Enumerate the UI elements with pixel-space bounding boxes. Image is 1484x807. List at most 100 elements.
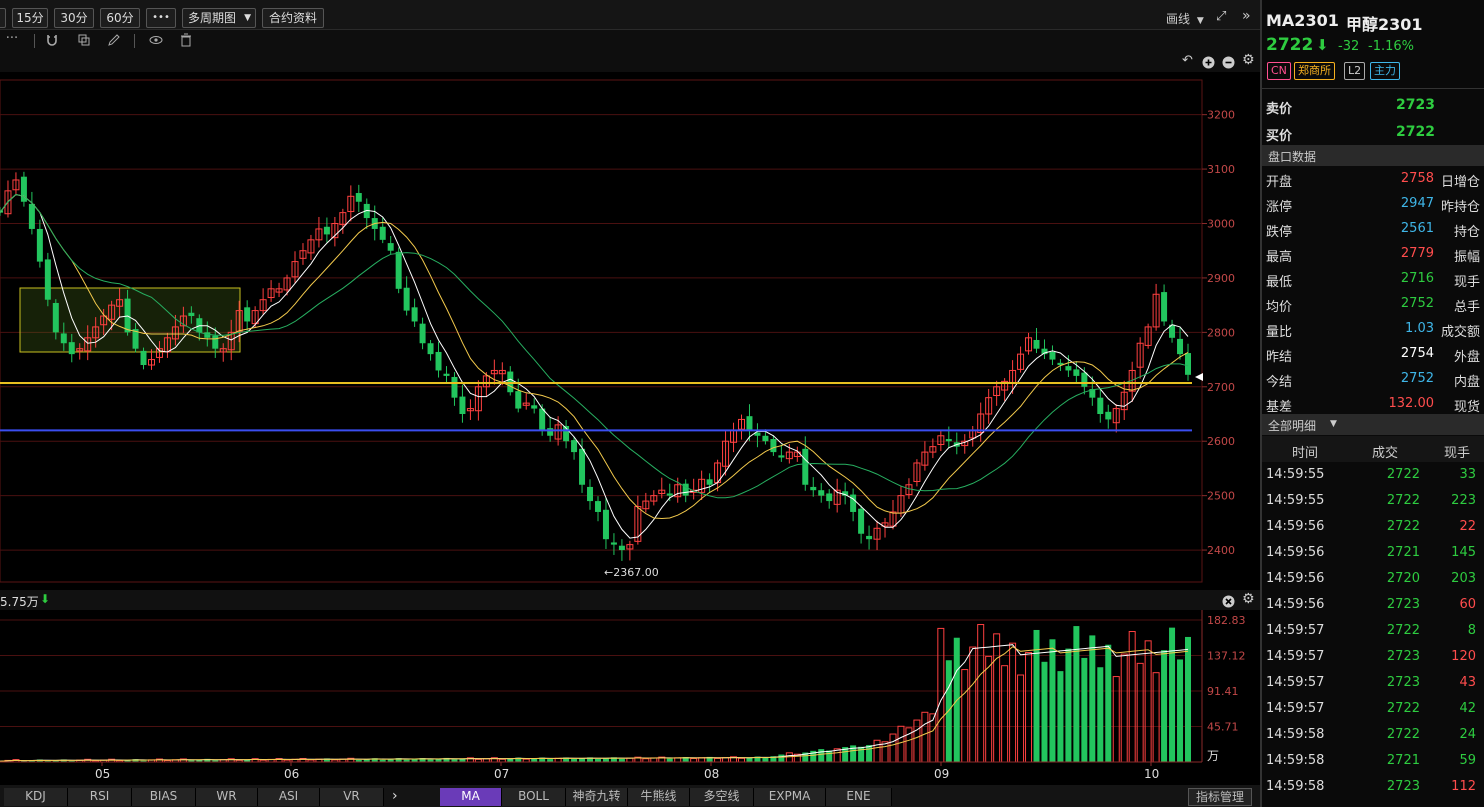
volume-bar (1097, 667, 1104, 762)
tick-price: 2722 (1386, 519, 1420, 534)
arrow-down-icon: ⬇ (1316, 36, 1329, 54)
volume-bar (1161, 650, 1168, 762)
candle-body (52, 302, 59, 333)
kline-chart[interactable]: 2400 2500 2600 2700 2800 2900 3000 3100 3200 ←23… (0, 72, 1260, 590)
tick-time: 14:59:58 (1266, 779, 1325, 794)
divider (34, 34, 35, 48)
quote-row-label: 涨停 (1266, 200, 1293, 215)
quote-row-label: 开盘 (1266, 175, 1293, 190)
fullscreen-icon[interactable]: ⤢ (1216, 9, 1226, 24)
bid-label: 买价 (1266, 129, 1293, 144)
trash-icon[interactable] (178, 33, 194, 51)
arrow-down-icon: ⬇ (40, 592, 51, 606)
volume-header: 5.75万 ⬇ ⚙ (0, 590, 1260, 610)
quote-row: 最低 2716 现手 (1262, 267, 1484, 292)
tick-price: 2723 (1386, 675, 1420, 690)
ma-line (0, 193, 1189, 539)
tick-time: 14:59:58 (1266, 753, 1325, 768)
quote-row-label2: 现货 (1453, 400, 1480, 415)
undo-icon[interactable]: ↶ (1182, 53, 1193, 68)
gear-icon[interactable]: ⚙ (1242, 52, 1255, 68)
indicator-tabs: KDJ RSI BIAS WR ASI VR › MA BOLL 神奇九转 牛熊… (0, 785, 1260, 807)
tick-volume: 33 (1459, 467, 1476, 482)
tick-volume: 42 (1459, 701, 1476, 716)
tab-ma[interactable]: MA (440, 788, 502, 806)
candle-body (826, 493, 833, 502)
price-tick-label: 2400 (1207, 544, 1235, 557)
period-30-button[interactable]: 30分 (54, 8, 94, 28)
contract-info-button[interactable]: 合约资料 (262, 8, 324, 28)
volume-bar (738, 757, 746, 763)
tab-wr[interactable]: WR (196, 788, 258, 806)
col-price: 成交 (1372, 446, 1399, 461)
tick-price: 2723 (1386, 649, 1420, 664)
draw-line-menu[interactable]: 画线 ▼ (1166, 10, 1204, 27)
price-tick-label: 2900 (1207, 272, 1235, 285)
tab-vr[interactable]: VR (320, 788, 384, 806)
quote-row-label: 跌停 (1266, 225, 1293, 240)
tab-boll[interactable]: BOLL (502, 788, 566, 806)
tab-nine-turns[interactable]: 神奇九转 (566, 788, 628, 806)
quote-row-value: 2716 (1400, 271, 1434, 286)
volume-bar (881, 741, 889, 763)
tab-long-short[interactable]: 多空线 (690, 788, 754, 806)
gear-icon[interactable]: ⚙ (1242, 591, 1255, 607)
quote-row-label: 基差 (1266, 400, 1293, 415)
period-prev-button[interactable] (0, 8, 6, 28)
tick-time: 14:59:58 (1266, 727, 1325, 742)
detail-header[interactable]: 全部明细 ▼ (1262, 414, 1484, 435)
chevron-right-icon[interactable]: › (392, 788, 398, 804)
quote-row-value: 2758 (1400, 171, 1434, 186)
candle-body (443, 373, 450, 376)
volume-value: 5.75万 (0, 595, 39, 609)
volume-bar (993, 633, 1001, 763)
volume-bar (1144, 640, 1152, 763)
quote-row-label2: 振幅 (1453, 250, 1480, 265)
tab-kdj[interactable]: KDJ (4, 788, 68, 806)
volume-bar (1057, 671, 1064, 762)
candle-body (140, 350, 147, 366)
badge-cn: CN (1267, 62, 1291, 80)
tick-volume: 112 (1451, 779, 1476, 794)
tab-expma[interactable]: EXPMA (754, 788, 826, 806)
section-title: 盘口数据 (1268, 150, 1317, 164)
tick-time: 14:59:57 (1266, 649, 1325, 664)
drawing-toolbar: ··· (0, 30, 1260, 52)
price-tick-label: 2500 (1207, 490, 1235, 503)
zoom-in-icon[interactable] (1202, 54, 1215, 73)
indicator-manage-button[interactable]: 指标管理 (1188, 788, 1252, 806)
tick-price: 2720 (1386, 571, 1420, 586)
candle-body (36, 228, 43, 262)
candle-body (196, 318, 203, 333)
more-periods-button[interactable]: ••• (146, 8, 176, 28)
volume-bar (1136, 662, 1144, 763)
volume-bar (1049, 639, 1056, 762)
pencil-icon[interactable] (106, 33, 122, 51)
volume-bar (1105, 644, 1112, 762)
divider (134, 34, 135, 48)
zoom-out-icon[interactable] (1222, 54, 1235, 73)
period-60-button[interactable]: 60分 (100, 8, 140, 28)
eye-icon[interactable] (148, 33, 164, 51)
tab-ene[interactable]: ENE (826, 788, 892, 806)
period-15-button[interactable]: 15分 (12, 8, 48, 28)
date-axis: 05 06 07 08 09 10 (0, 761, 1202, 781)
volume-bar (1073, 626, 1080, 762)
candle-body (411, 307, 418, 322)
copy-icon[interactable] (76, 33, 92, 51)
volume-bar (897, 725, 905, 763)
quote-row-label2: 总手 (1453, 300, 1480, 315)
more-tools-icon[interactable]: ··· (4, 31, 20, 46)
tick-row: 14:59:57 2723 120 (1262, 645, 1484, 671)
candle-body (802, 448, 809, 485)
volume-chart[interactable]: 182.83 137.12 91.41 45.71 万 05 06 07 08 09 10 (0, 610, 1260, 785)
tab-asi[interactable]: ASI (258, 788, 320, 806)
tab-bull-bear[interactable]: 牛熊线 (628, 788, 690, 806)
candle-body (323, 226, 330, 235)
candle-body (1185, 353, 1191, 375)
magnet-icon[interactable] (44, 33, 60, 51)
multi-period-dropdown[interactable]: 多周期图 ▼ (182, 8, 256, 28)
tab-bias[interactable]: BIAS (132, 788, 196, 806)
tab-rsi[interactable]: RSI (68, 788, 132, 806)
collapse-panel-icon[interactable]: » (1242, 8, 1251, 24)
